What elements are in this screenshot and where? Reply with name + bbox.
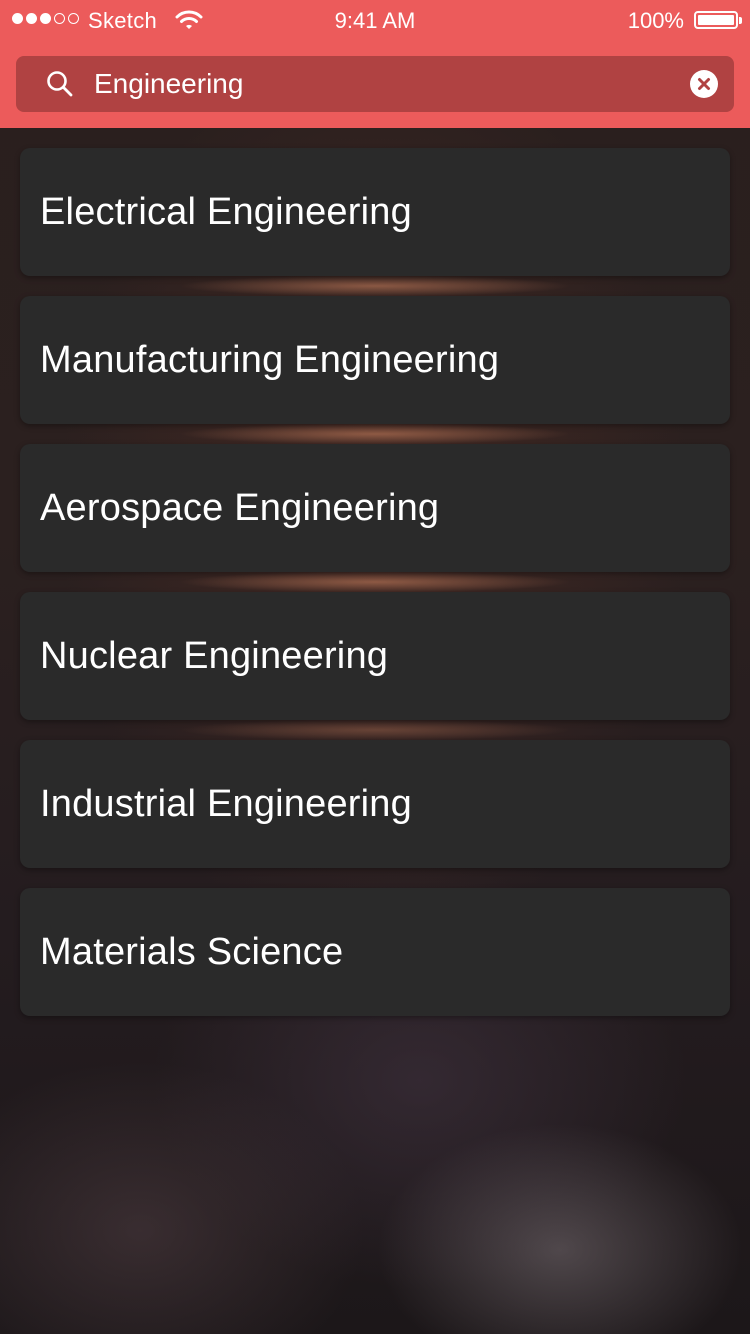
result-item-label: Aerospace Engineering (40, 486, 440, 529)
result-item-label: Materials Science (40, 930, 344, 973)
result-item-aerospace-engineering[interactable]: Aerospace Engineering (20, 444, 730, 572)
results-list: Electrical Engineering Manufacturing Eng… (20, 148, 730, 1036)
result-item-nuclear-engineering[interactable]: Nuclear Engineering (20, 592, 730, 720)
result-item-label: Electrical Engineering (40, 190, 412, 233)
clear-icon (698, 78, 710, 90)
result-item-materials-science[interactable]: Materials Science (20, 888, 730, 1016)
result-item-manufacturing-engineering[interactable]: Manufacturing Engineering (20, 296, 730, 424)
battery-percentage: 100% (627, 8, 684, 33)
search-icon (47, 71, 73, 97)
result-item-industrial-engineering[interactable]: Industrial Engineering (20, 740, 730, 868)
clear-search-button[interactable] (690, 70, 718, 98)
battery-level (698, 15, 734, 25)
search-bar[interactable] (16, 56, 734, 112)
result-item-label: Nuclear Engineering (40, 634, 389, 677)
status-bar: Sketch 9:41 AM 100% (0, 0, 750, 40)
battery-icon (694, 11, 742, 29)
battery-tip (739, 17, 742, 24)
header: Sketch 9:41 AM 100% (0, 0, 750, 128)
result-item-label: Industrial Engineering (40, 782, 412, 825)
result-item-label: Manufacturing Engineering (40, 338, 500, 381)
result-item-electrical-engineering[interactable]: Electrical Engineering (20, 148, 730, 276)
search-input[interactable] (94, 56, 674, 112)
